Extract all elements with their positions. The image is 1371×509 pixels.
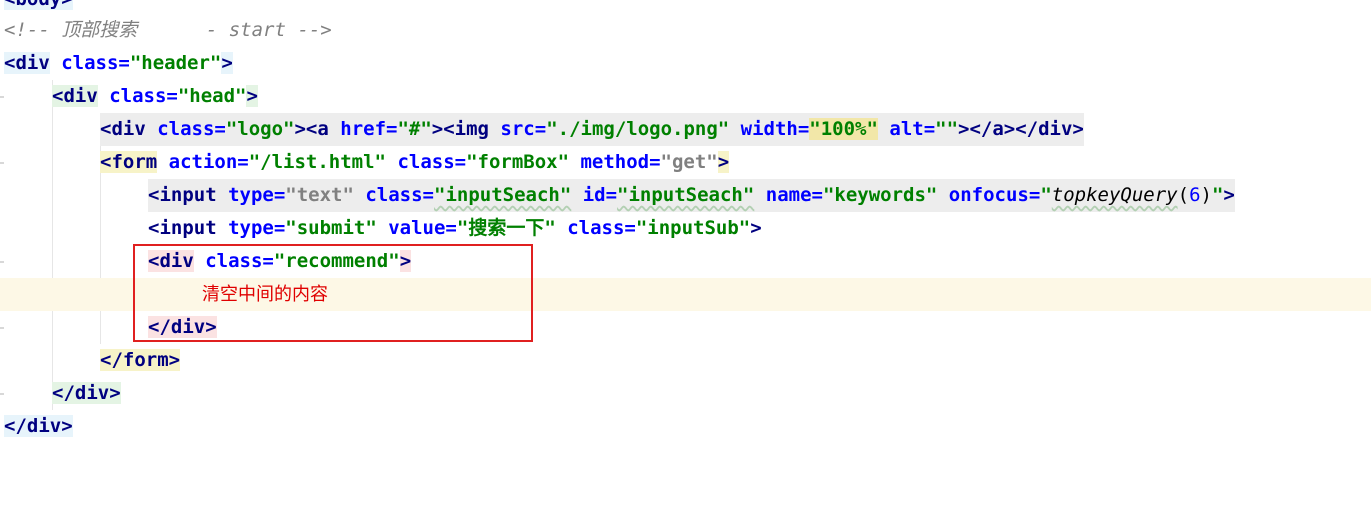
attribute: type= [216, 184, 286, 206]
comment-close: --> [297, 19, 332, 41]
annotation-box [133, 244, 533, 342]
tag: > [717, 151, 730, 173]
attribute: method= [569, 151, 661, 173]
attribute: alt= [877, 118, 936, 140]
attribute-value: "inputSub" [635, 217, 751, 239]
punctuation: ( [1177, 184, 1190, 206]
tag: > [221, 52, 233, 74]
attribute: class= [555, 217, 636, 239]
attribute-value: "inputSeach" [434, 184, 572, 206]
tag: <div [52, 85, 98, 107]
line-content: <div class="logo"><a href="#"><img src="… [100, 113, 1084, 146]
attribute: class= [97, 85, 178, 107]
attribute: name= [754, 184, 823, 206]
attribute-value: "" [935, 118, 959, 140]
tag: ></a></div> [958, 118, 1084, 140]
tag: <input [148, 217, 217, 239]
attribute-value: " [1040, 184, 1052, 206]
attribute-value: "inputSeach" [617, 184, 755, 206]
code-line[interactable]: <div class="logo"><a href="#"><img src="… [0, 113, 1371, 146]
attribute: class= [353, 184, 434, 206]
attribute: class= [145, 118, 226, 140]
attribute-value: " [1211, 184, 1224, 206]
attribute: width= [729, 118, 810, 140]
attribute: class= [49, 52, 130, 74]
attribute: action= [157, 151, 249, 173]
js-number: 6 [1189, 184, 1201, 206]
line-content: </form> [100, 344, 181, 377]
line-content: </div> [4, 410, 73, 443]
tag: <div [100, 118, 146, 140]
tag: > [750, 217, 762, 239]
tag: <div [4, 52, 50, 74]
tag: ><a [294, 118, 329, 140]
attribute-value: "#" [397, 118, 432, 140]
tag: > [246, 85, 258, 107]
attribute-value: "formBox" [466, 151, 570, 173]
punctuation: ) [1200, 184, 1212, 206]
comment-open: <!-- [4, 19, 50, 41]
attribute-value: "keywords" [822, 184, 938, 206]
code-line[interactable]: </div> [0, 377, 1371, 410]
tag: <input [148, 184, 217, 206]
attribute: href= [328, 118, 398, 140]
attribute: class= [386, 151, 467, 173]
attribute: src= [488, 118, 547, 140]
code-line[interactable]: <form action="/list.html" class="formBox… [0, 146, 1371, 179]
code-line[interactable]: <div class="header"> [0, 47, 1371, 80]
attribute-value: "100%" [809, 118, 878, 140]
comment-text: 顶部搜索 [49, 19, 149, 41]
attribute-value: "/list.html" [248, 151, 386, 173]
code-line[interactable]: <!-- 顶部搜索 - start --> [0, 14, 1371, 47]
line-content: <input type="text" class="inputSeach" id… [148, 179, 1235, 212]
line-content: <form action="/list.html" class="formBox… [100, 146, 730, 179]
line-content: <div class="head"> [52, 80, 258, 113]
comment-text: - start [148, 19, 298, 41]
attribute: value= [376, 217, 457, 239]
line-content: <div class="header"> [4, 47, 233, 80]
tag: <body> [4, 0, 73, 10]
attribute: id= [571, 184, 618, 206]
attribute: type= [216, 217, 286, 239]
code-line[interactable]: <input type="text" class="inputSeach" id… [0, 179, 1371, 212]
code-editor[interactable]: <body> <!-- 顶部搜索 - start --> <div class=… [0, 0, 1371, 449]
attribute-value: "text" [285, 184, 354, 206]
attribute-value: "./img/logo.png" [546, 118, 730, 140]
attribute: onfocus= [937, 184, 1041, 206]
code-line[interactable]: <input type="submit" value="搜索一下" class=… [0, 212, 1371, 245]
line-content: </div> [52, 377, 121, 410]
code-line[interactable]: </form> [0, 344, 1371, 377]
tag: </div> [52, 382, 121, 404]
line-content: <!-- 顶部搜索 - start --> [4, 14, 332, 47]
code-line[interactable]: <div class="head"> [0, 80, 1371, 113]
tag: </div> [4, 415, 73, 437]
tag: </form> [100, 349, 181, 371]
code-line[interactable]: </div> [0, 410, 1371, 443]
attribute-value: "get" [660, 151, 718, 173]
line-content: <input type="submit" value="搜索一下" class=… [148, 212, 762, 245]
tag: <form [100, 151, 158, 173]
attribute-value: "header" [129, 52, 222, 74]
attribute-value: "head" [177, 85, 247, 107]
attribute-value: "logo" [225, 118, 295, 140]
attribute-value: "搜索一下" [456, 217, 556, 239]
attribute-value: "submit" [285, 217, 377, 239]
tag: > [1223, 184, 1235, 206]
tag: ><img [431, 118, 489, 140]
js-function: topkeyQuery [1051, 184, 1178, 206]
